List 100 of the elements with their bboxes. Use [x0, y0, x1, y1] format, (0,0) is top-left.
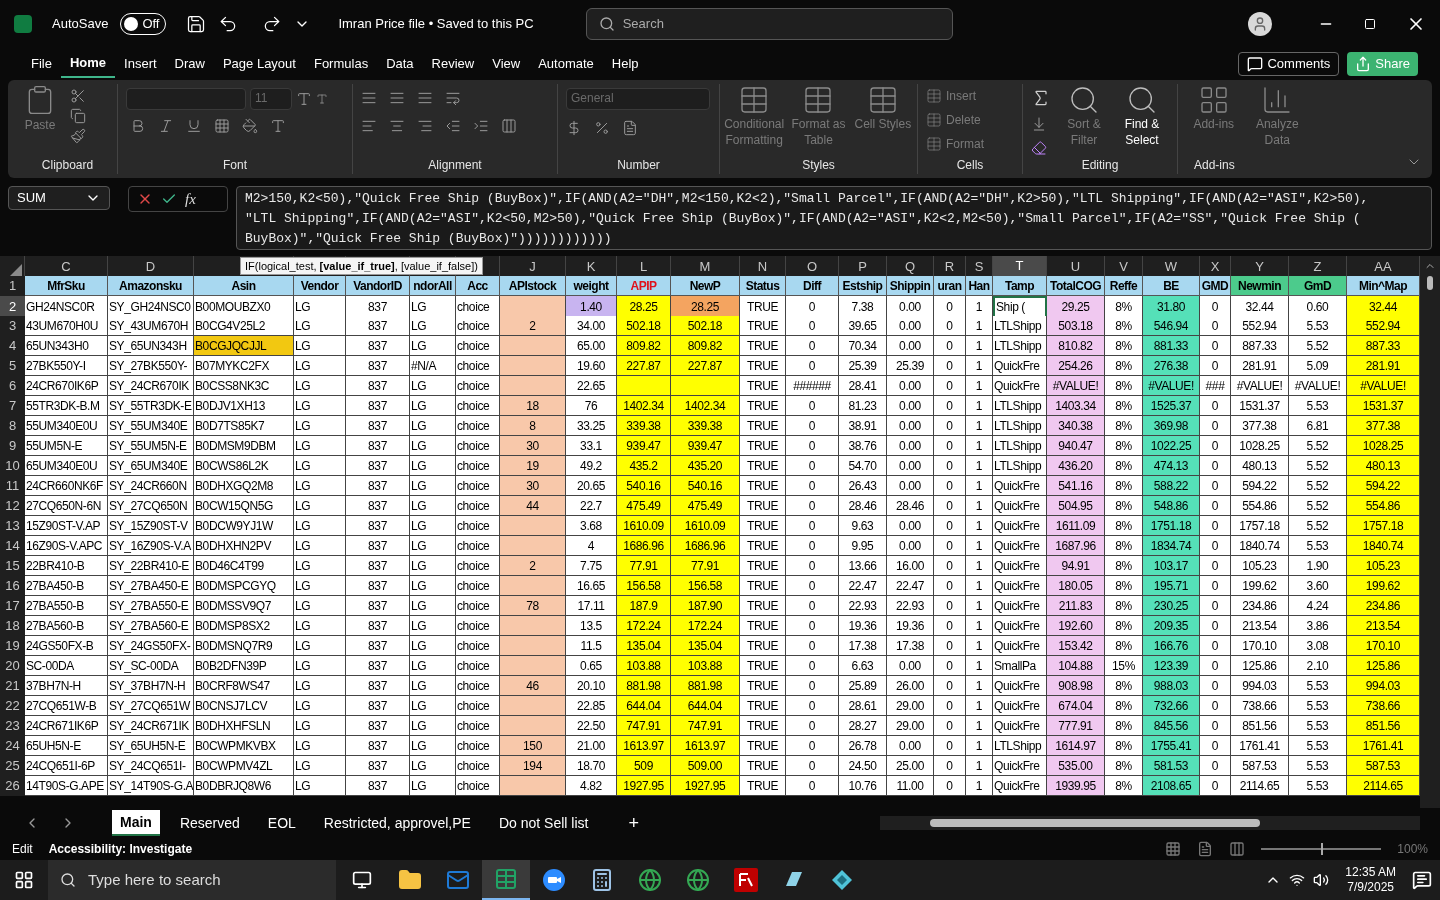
- align-middle-icon[interactable]: [389, 90, 405, 106]
- formula-field[interactable]: [236, 186, 1432, 250]
- menu-tab[interactable]: Data: [377, 50, 423, 78]
- add-sheet-button[interactable]: +: [628, 809, 639, 837]
- row-number[interactable]: 26: [0, 776, 25, 796]
- menu-tab[interactable]: Insert: [115, 50, 166, 78]
- align-top-icon[interactable]: [361, 90, 377, 106]
- copy-icon[interactable]: [70, 108, 86, 124]
- row-number[interactable]: 7: [0, 396, 25, 416]
- menu-tab[interactable]: Formulas: [304, 50, 378, 78]
- row-number[interactable]: 24: [0, 736, 25, 756]
- row-number[interactable]: 20: [0, 656, 25, 676]
- volume-icon[interactable]: [1313, 872, 1330, 888]
- zoom-slider-thumb[interactable]: [1321, 843, 1324, 855]
- currency-icon[interactable]: [566, 120, 582, 136]
- borders-icon[interactable]: [214, 118, 230, 134]
- vertical-scrollbar[interactable]: [1420, 256, 1440, 808]
- menu-tab[interactable]: Review: [422, 50, 484, 78]
- merge-icon[interactable]: [501, 118, 517, 134]
- row-number[interactable]: 11: [0, 476, 25, 496]
- menu-tab[interactable]: Home: [60, 50, 116, 78]
- brush-icon[interactable]: [70, 128, 86, 144]
- menu-tab[interactable]: Help: [602, 50, 648, 78]
- italic-icon[interactable]: [158, 118, 174, 134]
- indent-icon[interactable]: [473, 118, 489, 134]
- font-name-field[interactable]: [126, 88, 246, 110]
- network-icon[interactable]: [1289, 872, 1306, 888]
- row-number[interactable]: 12: [0, 496, 25, 516]
- column-letter[interactable]: T: [993, 256, 1047, 278]
- row-number[interactable]: 15: [0, 556, 25, 576]
- accessibility-status[interactable]: Accessibility: Investigate: [48, 840, 193, 858]
- row-number[interactable]: 25: [0, 756, 25, 776]
- save-icon[interactable]: [186, 14, 207, 34]
- sheet-tab[interactable]: Do not Sell list: [490, 810, 597, 836]
- row-number[interactable]: 18: [0, 616, 25, 636]
- table-cell: 281.91: [1231, 356, 1289, 376]
- row-number[interactable]: 23: [0, 716, 25, 736]
- editing-button[interactable]: Find & Select: [1117, 84, 1167, 156]
- row-number[interactable]: 21: [0, 676, 25, 696]
- table-cell: 436.20: [1047, 456, 1105, 476]
- comments-button[interactable]: Comments: [1238, 52, 1340, 76]
- scrollbar-thumb[interactable]: [1427, 276, 1433, 290]
- row-number[interactable]: 10: [0, 456, 25, 476]
- row-number[interactable]: 19: [0, 636, 25, 656]
- grow-font-icon[interactable]: [296, 91, 312, 107]
- table-cell: 0: [1200, 456, 1231, 476]
- row-number[interactable]: 5: [0, 356, 25, 376]
- menu-tab[interactable]: File: [22, 50, 61, 78]
- search-field[interactable]: Search: [585, 8, 953, 40]
- name-box[interactable]: SUM: [8, 186, 110, 210]
- row-number[interactable]: 1: [0, 276, 25, 296]
- fill-down-icon[interactable]: [1031, 116, 1047, 132]
- fill-color-icon[interactable]: [242, 118, 258, 134]
- sheet-tab[interactable]: Reserved: [171, 810, 248, 836]
- row-number[interactable]: 9: [0, 436, 25, 456]
- wrap-text-icon[interactable]: [445, 90, 461, 106]
- taskbar-search-field[interactable]: Type here to search: [48, 860, 336, 900]
- table-cell: 5.52: [1289, 476, 1347, 496]
- maximize-icon[interactable]: [1364, 18, 1376, 30]
- row-number[interactable]: 4: [0, 336, 25, 356]
- table-cell: 28.25: [617, 296, 671, 318]
- row-number[interactable]: 16: [0, 576, 25, 596]
- sheet-tab[interactable]: EOL: [259, 810, 304, 836]
- menu-tab[interactable]: Automate: [529, 50, 603, 78]
- normal-view-icon[interactable]: [1165, 841, 1182, 857]
- percent-icon[interactable]: [594, 120, 610, 136]
- sheet-tab[interactable]: Restricted, approvel,PE: [315, 810, 479, 836]
- insert-function-button[interactable]: fx: [185, 187, 196, 211]
- align-right-icon[interactable]: [417, 118, 433, 134]
- select-all-icon[interactable]: [10, 263, 22, 276]
- scissors-icon[interactable]: [70, 88, 86, 104]
- page-layout-icon[interactable]: [1197, 841, 1214, 857]
- table-cell: 0: [786, 656, 839, 676]
- menu-tab[interactable]: View: [483, 50, 530, 78]
- menu-tab[interactable]: Page Layout: [213, 50, 305, 78]
- row-number[interactable]: 14: [0, 536, 25, 556]
- align-center-icon[interactable]: [389, 118, 405, 134]
- row-number[interactable]: 13: [0, 516, 25, 536]
- menu-tab[interactable]: Draw: [165, 50, 214, 78]
- zoom-level[interactable]: 100%: [1397, 840, 1428, 858]
- row-number[interactable]: 8: [0, 416, 25, 436]
- eraser-icon[interactable]: [1031, 140, 1047, 156]
- shrink-font-icon[interactable]: [316, 93, 328, 105]
- row-number[interactable]: 2: [0, 296, 25, 318]
- row-number[interactable]: 6: [0, 376, 25, 396]
- outdent-icon[interactable]: [445, 118, 461, 134]
- font-color-icon[interactable]: [270, 118, 286, 134]
- row-number[interactable]: 22: [0, 696, 25, 716]
- row-number[interactable]: 3: [0, 316, 25, 336]
- row-number[interactable]: 17: [0, 596, 25, 616]
- align-left-icon[interactable]: [361, 118, 377, 134]
- file-title-button[interactable]: Imran Price file • Saved to this PC: [338, 14, 534, 34]
- notifications-icon[interactable]: [1412, 870, 1432, 890]
- page-break-icon[interactable]: [1229, 841, 1246, 857]
- avatar-icon[interactable]: [1248, 12, 1272, 36]
- underline-icon[interactable]: [186, 118, 202, 134]
- align-bottom-icon[interactable]: [417, 90, 433, 106]
- sheet-tab[interactable]: Main: [112, 810, 160, 836]
- bold-icon[interactable]: [130, 118, 146, 134]
- horizontal-scrollbar[interactable]: [880, 816, 1420, 830]
